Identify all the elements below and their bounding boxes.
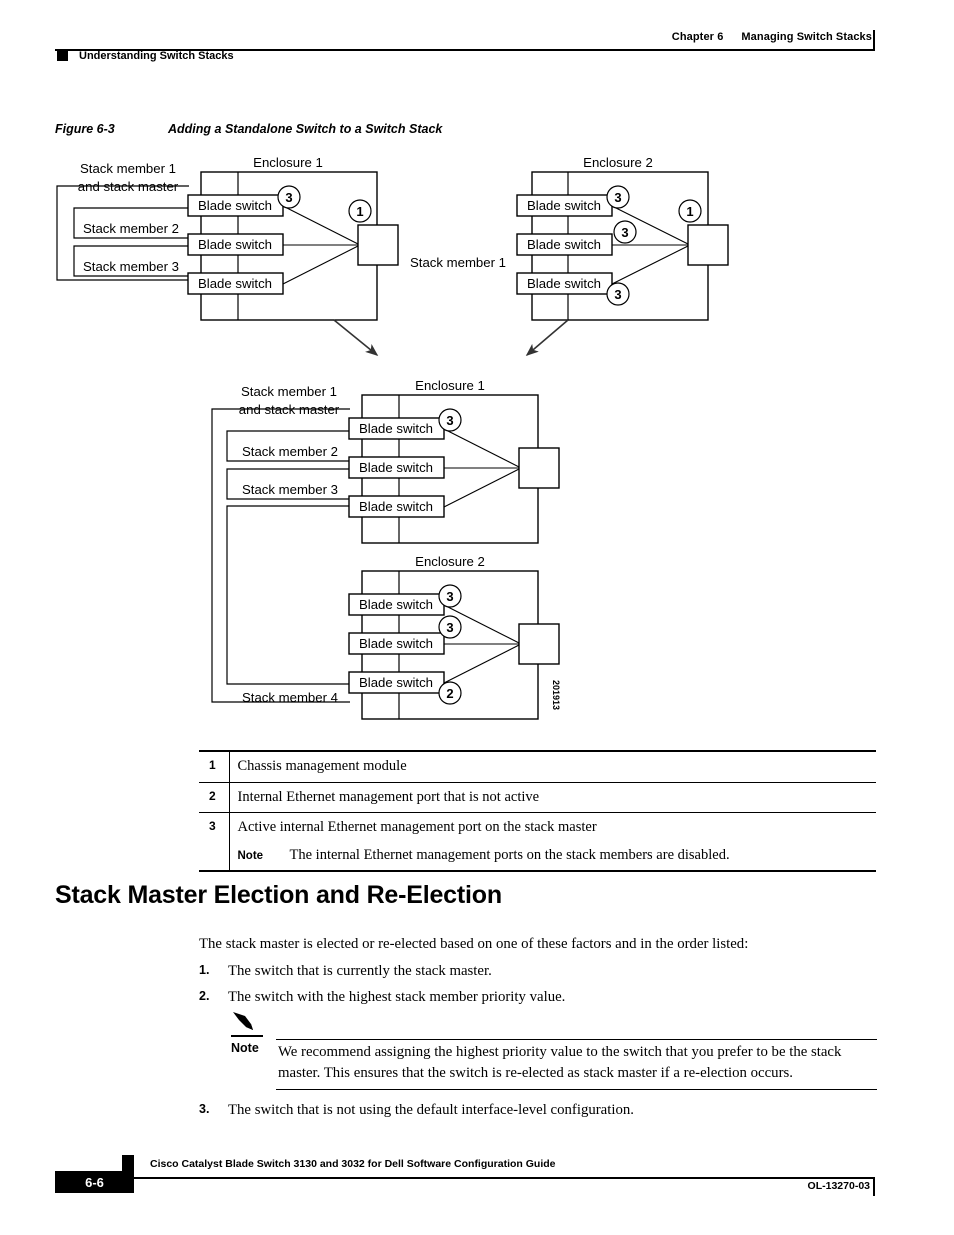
blade-switch-label: Blade switch <box>359 636 433 651</box>
blade-switch-label: Blade switch <box>527 237 601 252</box>
list-item-number: 1. <box>199 963 210 977</box>
footer-rule-cap <box>873 1177 875 1196</box>
document-id: OL-13270-03 <box>807 1180 870 1192</box>
callout-3-label: 3 <box>621 225 628 240</box>
legend-text: Active internal Ethernet management port… <box>237 819 597 836</box>
header-chapter-number: Chapter 6 <box>671 31 724 43</box>
blade-switch-label: Blade switch <box>359 460 433 475</box>
blade-switch-label: Blade switch <box>359 675 433 690</box>
callout-3-label: 3 <box>446 413 453 428</box>
callout-3-label: 3 <box>446 589 453 604</box>
note-text: We recommend assigning the highest prior… <box>278 1044 842 1081</box>
stack-member1-label-bottom: Stack member 1 <box>241 384 337 399</box>
list-item-number: 3. <box>199 1102 210 1116</box>
callout-1-label: 1 <box>686 204 693 219</box>
enclosure1-label-top: Enclosure 1 <box>253 155 323 170</box>
stack-member2-label-top: Stack member 2 <box>83 221 179 236</box>
running-head: Understanding Switch Stacks <box>79 50 234 62</box>
blade-switch-label: Blade switch <box>527 276 601 291</box>
callout-1-label: 1 <box>356 204 363 219</box>
note-icon-underline <box>231 1035 263 1037</box>
header-chapter-info: Chapter 6 Managing Switch Stacks <box>672 31 872 43</box>
legend-text: Chassis management module <box>229 749 876 783</box>
chassis-management-module-box <box>357 224 399 266</box>
stack-member1-label-right: Stack member 1 <box>410 255 506 270</box>
list-item: 1. The switch that is currently the stac… <box>199 961 879 982</box>
section-intro: The stack master is elected or re-electe… <box>199 936 749 952</box>
note-rule-bottom <box>276 1089 877 1090</box>
chassis-management-module-box <box>518 447 560 489</box>
table-row: 2 Internal Ethernet management port that… <box>199 782 876 814</box>
page-title: Stack Master Election and Re-Election <box>55 881 502 909</box>
list-item-number: 2. <box>199 989 210 1003</box>
artwork-number: 201913 <box>551 680 561 710</box>
legend-note: Note The internal Ethernet management por… <box>238 846 877 866</box>
chassis-management-module-box <box>687 224 729 266</box>
stack-member1-label-top: Stack member 1 <box>80 161 176 176</box>
note-rule-top <box>276 1039 877 1040</box>
callout-2-label: 2 <box>446 686 453 701</box>
diagram-top-right: Enclosure 2 Stack member 1 Blade switch … <box>410 155 729 321</box>
figure-number: Figure 6-3 <box>55 122 115 136</box>
list-item-text: The switch that is not using the default… <box>228 1102 634 1118</box>
list-item-text: The switch with the highest stack member… <box>228 989 566 1005</box>
table-row: 3 Active internal Ethernet management po… <box>199 812 877 873</box>
figure-diagram: Enclosure 1 Stack member 1 and stack mas… <box>56 155 729 720</box>
blade-switch-label: Blade switch <box>359 597 433 612</box>
page-number: 6-6 <box>55 1171 134 1193</box>
blade-switch-label: Blade switch <box>527 198 601 213</box>
stack-master-label-bottom: and stack master <box>239 402 340 417</box>
pencil-icon <box>233 1012 253 1030</box>
list-item: 3. The switch that is not using the defa… <box>199 1100 879 1121</box>
diagram-bottom: Enclosure 1 Stack member 1 and stack mas… <box>211 378 561 720</box>
legend-num: 2 <box>199 782 230 814</box>
blade-switch-label: Blade switch <box>198 237 272 252</box>
legend-num: 1 <box>199 749 230 783</box>
footer-rule <box>122 1177 875 1179</box>
figure-caption: Figure 6-3 Adding a Standalone Switch to … <box>55 122 442 136</box>
stack-member3-label-top: Stack member 3 <box>83 259 179 274</box>
legend-num: 3 <box>199 812 230 873</box>
list-item: 2. The switch with the highest stack mem… <box>199 987 879 1008</box>
header-chapter-title: Managing Switch Stacks <box>741 31 872 43</box>
stack-member3-label-bottom: Stack member 3 <box>242 482 338 497</box>
legend-note-label: Note <box>237 849 264 862</box>
callout-3-label: 3 <box>614 287 621 302</box>
footer-title: Cisco Catalyst Blade Switch 3130 and 303… <box>150 1158 556 1170</box>
legend-note-text: The internal Ethernet management ports o… <box>289 846 730 863</box>
enclosure2-label-top: Enclosure 2 <box>583 155 653 170</box>
list-item-text: The switch that is currently the stack m… <box>228 963 492 979</box>
legend-cell: Active internal Ethernet management port… <box>229 812 877 873</box>
diagram-top-left: Enclosure 1 Stack member 1 and stack mas… <box>56 155 399 321</box>
blade-switch-label: Blade switch <box>359 499 433 514</box>
blade-switch-label: Blade switch <box>198 198 272 213</box>
header-bullet-icon <box>57 50 68 61</box>
callout-3-label: 3 <box>614 190 621 205</box>
blade-switch-label: Blade switch <box>359 421 433 436</box>
stack-member4-label: Stack member 4 <box>242 690 338 705</box>
table-row: 1 Chassis management module <box>199 749 876 783</box>
blade-switch-label: Blade switch <box>198 276 272 291</box>
note-label: Note <box>231 1041 259 1055</box>
callout-3-label: 3 <box>285 190 292 205</box>
callout-3-label: 3 <box>446 620 453 635</box>
transition-arrow-right <box>525 319 569 357</box>
enclosure1-label-bottom: Enclosure 1 <box>415 378 485 393</box>
chassis-management-module-box <box>518 623 560 665</box>
stack-master-label-top: and stack master <box>78 179 179 194</box>
stack-member2-label-bottom: Stack member 2 <box>242 444 338 459</box>
transition-arrow-left <box>333 319 379 357</box>
header-rule-cap <box>873 30 875 51</box>
footer-bullet-icon <box>122 1155 134 1171</box>
enclosure2-label-bottom: Enclosure 2 <box>415 554 485 569</box>
stack-member4-bracket <box>226 505 350 685</box>
legend-text: Internal Ethernet management port that i… <box>229 782 876 814</box>
figure-legend-table: 1 Chassis management module 2 Internal E… <box>199 749 877 873</box>
figure-title: Adding a Standalone Switch to a Switch S… <box>168 122 443 136</box>
